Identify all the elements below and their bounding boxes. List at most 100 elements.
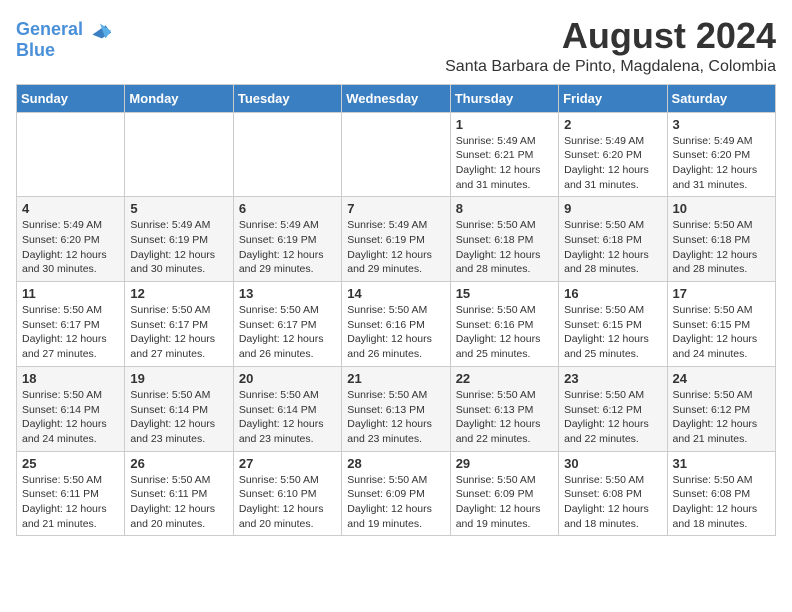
calendar-cell: 5Sunrise: 5:49 AM Sunset: 6:19 PM Daylig… (125, 197, 233, 282)
calendar-cell: 15 Sunrise: 5:50 AM Sunset: 6:16 PM Dayli… (450, 282, 558, 367)
day-info: Sunrise: 5:50 AM Sunset: 6:15 PM Dayligh… (673, 303, 770, 362)
calendar-cell: 4 Sunrise: 5:49 AM Sunset: 6:20 PM Daylig… (17, 197, 125, 282)
day-number: 30 (564, 456, 661, 471)
day-info: Sunrise: 5:50 AM Sunset: 6:11 PM Dayligh… (130, 473, 227, 532)
calendar-cell: 21 Sunrise: 5:50 AM Sunset: 6:13 PM Dayli… (342, 366, 450, 451)
day-info: Sunrise: 5:50 AM Sunset: 6:17 PM Dayligh… (22, 303, 119, 362)
day-info: Sunrise: 5:50 AM Sunset: 6:09 PM Dayligh… (456, 473, 553, 532)
calendar-cell: 16 Sunrise: 5:50 AM Sunset: 6:15 PM Dayli… (559, 282, 667, 367)
logo: General Blue (16, 16, 113, 61)
calendar-cell: 22Sunrise: 5:50 AM Sunset: 6:13 PM Dayli… (450, 366, 558, 451)
calendar-cell: 7Sunrise: 5:49 AM Sunset: 6:19 PM Daylig… (342, 197, 450, 282)
day-info: Sunrise: 5:49 AM Sunset: 6:19 PM Dayligh… (130, 218, 227, 277)
day-number: 20 (239, 371, 336, 386)
day-number: 9 (564, 201, 661, 216)
day-info: Sunrise: 5:50 AM Sunset: 6:11 PM Dayligh… (22, 473, 119, 532)
day-header-monday: Monday (125, 84, 233, 112)
day-info: Sunrise: 5:50 AM Sunset: 6:08 PM Dayligh… (564, 473, 661, 532)
day-number: 8 (456, 201, 553, 216)
calendar-cell: 23 Sunrise: 5:50 AM Sunset: 6:12 PM Dayli… (559, 366, 667, 451)
subtitle: Santa Barbara de Pinto, Magdalena, Colom… (445, 58, 776, 76)
day-number: 10 (673, 201, 770, 216)
day-info: Sunrise: 5:50 AM Sunset: 6:18 PM Dayligh… (673, 218, 770, 277)
calendar-week-row: 25 Sunrise: 5:50 AM Sunset: 6:11 PM Dayli… (17, 451, 776, 536)
day-info: Sunrise: 5:50 AM Sunset: 6:16 PM Dayligh… (456, 303, 553, 362)
calendar-cell (233, 112, 341, 197)
day-info: Sunrise: 5:50 AM Sunset: 6:12 PM Dayligh… (564, 388, 661, 447)
day-header-sunday: Sunday (17, 84, 125, 112)
day-info: Sunrise: 5:50 AM Sunset: 6:13 PM Dayligh… (347, 388, 444, 447)
calendar-week-row: 18 Sunrise: 5:50 AM Sunset: 6:14 PM Dayli… (17, 366, 776, 451)
day-info: Sunrise: 5:49 AM Sunset: 6:20 PM Dayligh… (22, 218, 119, 277)
calendar-cell (17, 112, 125, 197)
calendar-table: SundayMondayTuesdayWednesdayThursdayFrid… (16, 84, 776, 537)
calendar-cell: 25 Sunrise: 5:50 AM Sunset: 6:11 PM Dayli… (17, 451, 125, 536)
main-title: August 2024 (445, 16, 776, 56)
day-number: 4 (22, 201, 119, 216)
day-number: 11 (22, 286, 119, 301)
calendar-cell (125, 112, 233, 197)
day-info: Sunrise: 5:50 AM Sunset: 6:14 PM Dayligh… (239, 388, 336, 447)
day-header-tuesday: Tuesday (233, 84, 341, 112)
calendar-cell: 12 Sunrise: 5:50 AM Sunset: 6:17 PM Dayli… (125, 282, 233, 367)
day-number: 28 (347, 456, 444, 471)
day-number: 6 (239, 201, 336, 216)
day-number: 2 (564, 117, 661, 132)
day-number: 12 (130, 286, 227, 301)
calendar-cell: 31 Sunrise: 5:50 AM Sunset: 6:08 PM Dayli… (667, 451, 775, 536)
day-header-friday: Friday (559, 84, 667, 112)
day-info: Sunrise: 5:50 AM Sunset: 6:18 PM Dayligh… (564, 218, 661, 277)
day-header-saturday: Saturday (667, 84, 775, 112)
calendar-cell: 17 Sunrise: 5:50 AM Sunset: 6:15 PM Dayli… (667, 282, 775, 367)
calendar-week-row: 1Sunrise: 5:49 AM Sunset: 6:21 PM Daylig… (17, 112, 776, 197)
day-number: 19 (130, 371, 227, 386)
calendar-cell: 2Sunrise: 5:49 AM Sunset: 6:20 PM Daylig… (559, 112, 667, 197)
day-info: Sunrise: 5:50 AM Sunset: 6:15 PM Dayligh… (564, 303, 661, 362)
day-number: 31 (673, 456, 770, 471)
calendar-cell: 9 Sunrise: 5:50 AM Sunset: 6:18 PM Daylig… (559, 197, 667, 282)
day-number: 29 (456, 456, 553, 471)
day-info: Sunrise: 5:50 AM Sunset: 6:16 PM Dayligh… (347, 303, 444, 362)
calendar-cell: 10 Sunrise: 5:50 AM Sunset: 6:18 PM Dayli… (667, 197, 775, 282)
logo-icon (85, 16, 113, 44)
day-info: Sunrise: 5:50 AM Sunset: 6:14 PM Dayligh… (22, 388, 119, 447)
day-info: Sunrise: 5:50 AM Sunset: 6:10 PM Dayligh… (239, 473, 336, 532)
calendar-cell: 26 Sunrise: 5:50 AM Sunset: 6:11 PM Dayli… (125, 451, 233, 536)
calendar-cell: 11 Sunrise: 5:50 AM Sunset: 6:17 PM Dayli… (17, 282, 125, 367)
calendar-cell: 29 Sunrise: 5:50 AM Sunset: 6:09 PM Dayli… (450, 451, 558, 536)
day-number: 16 (564, 286, 661, 301)
calendar-cell: 30 Sunrise: 5:50 AM Sunset: 6:08 PM Dayli… (559, 451, 667, 536)
calendar-week-row: 4 Sunrise: 5:49 AM Sunset: 6:20 PM Daylig… (17, 197, 776, 282)
day-info: Sunrise: 5:50 AM Sunset: 6:09 PM Dayligh… (347, 473, 444, 532)
day-info: Sunrise: 5:50 AM Sunset: 6:18 PM Dayligh… (456, 218, 553, 277)
calendar-cell: 1Sunrise: 5:49 AM Sunset: 6:21 PM Daylig… (450, 112, 558, 197)
day-header-wednesday: Wednesday (342, 84, 450, 112)
day-number: 18 (22, 371, 119, 386)
calendar-cell: 13Sunrise: 5:50 AM Sunset: 6:17 PM Dayli… (233, 282, 341, 367)
day-info: Sunrise: 5:50 AM Sunset: 6:17 PM Dayligh… (130, 303, 227, 362)
calendar-cell (342, 112, 450, 197)
day-number: 3 (673, 117, 770, 132)
calendar-cell: 14 Sunrise: 5:50 AM Sunset: 6:16 PM Dayli… (342, 282, 450, 367)
calendar-header-row: SundayMondayTuesdayWednesdayThursdayFrid… (17, 84, 776, 112)
day-number: 17 (673, 286, 770, 301)
day-number: 7 (347, 201, 444, 216)
day-info: Sunrise: 5:50 AM Sunset: 6:12 PM Dayligh… (673, 388, 770, 447)
day-number: 15 (456, 286, 553, 301)
day-info: Sunrise: 5:50 AM Sunset: 6:08 PM Dayligh… (673, 473, 770, 532)
calendar-cell: 6 Sunrise: 5:49 AM Sunset: 6:19 PM Daylig… (233, 197, 341, 282)
day-info: Sunrise: 5:49 AM Sunset: 6:21 PM Dayligh… (456, 134, 553, 193)
day-info: Sunrise: 5:49 AM Sunset: 6:20 PM Dayligh… (673, 134, 770, 193)
day-number: 26 (130, 456, 227, 471)
calendar-cell: 19 Sunrise: 5:50 AM Sunset: 6:14 PM Dayli… (125, 366, 233, 451)
day-info: Sunrise: 5:50 AM Sunset: 6:14 PM Dayligh… (130, 388, 227, 447)
calendar-cell: 24Sunrise: 5:50 AM Sunset: 6:12 PM Dayli… (667, 366, 775, 451)
day-number: 23 (564, 371, 661, 386)
day-number: 13 (239, 286, 336, 301)
day-info: Sunrise: 5:49 AM Sunset: 6:19 PM Dayligh… (239, 218, 336, 277)
day-number: 21 (347, 371, 444, 386)
day-number: 14 (347, 286, 444, 301)
calendar-cell: 28 Sunrise: 5:50 AM Sunset: 6:09 PM Dayli… (342, 451, 450, 536)
page-header: General Blue August 2024 Santa Barbara d… (16, 16, 776, 76)
day-number: 25 (22, 456, 119, 471)
